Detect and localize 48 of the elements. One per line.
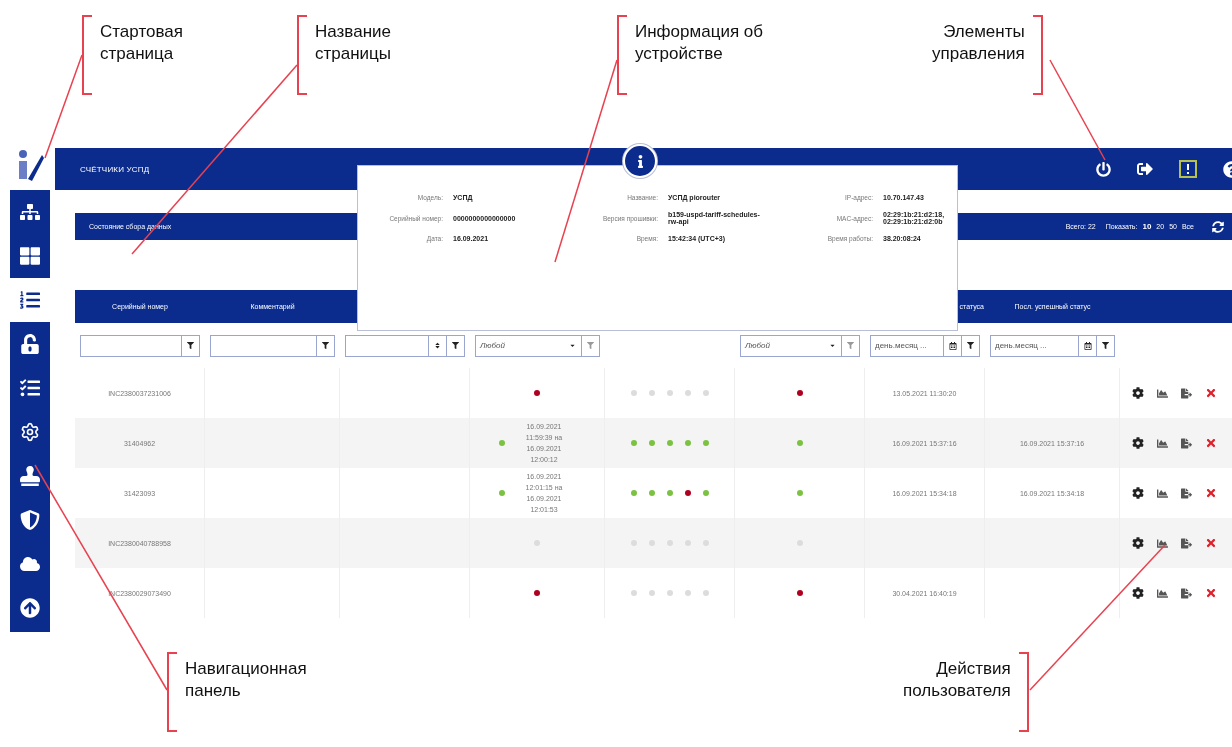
export-button[interactable] bbox=[1181, 387, 1192, 399]
callout-label: Информация об устройстве bbox=[635, 21, 763, 65]
callout-label: Навигационная панель bbox=[185, 658, 307, 702]
filter-field[interactable] bbox=[80, 334, 200, 357]
close-button[interactable] bbox=[1205, 387, 1217, 399]
list-icon bbox=[20, 290, 40, 310]
cloud-icon bbox=[20, 554, 40, 574]
settings-button[interactable] bbox=[1132, 587, 1144, 599]
date-filter-field[interactable]: день.месяц ... bbox=[990, 334, 1115, 357]
unlock-icon bbox=[20, 334, 40, 354]
arrow-up-icon bbox=[20, 598, 40, 618]
settings-button[interactable] bbox=[1132, 487, 1144, 499]
power-button[interactable] bbox=[1096, 161, 1111, 177]
sitemap-icon bbox=[20, 202, 40, 222]
export-button[interactable] bbox=[1181, 537, 1192, 549]
checklist-icon bbox=[20, 378, 40, 398]
settings-button[interactable] bbox=[1132, 387, 1144, 399]
refresh-button[interactable] bbox=[1212, 220, 1224, 233]
chart-button[interactable] bbox=[1157, 537, 1168, 549]
logout-button[interactable] bbox=[1137, 161, 1153, 177]
filter-field[interactable] bbox=[210, 334, 335, 357]
chart-button[interactable] bbox=[1157, 387, 1168, 399]
close-button[interactable] bbox=[1205, 587, 1217, 599]
export-button[interactable] bbox=[1181, 487, 1192, 499]
close-button[interactable] bbox=[1205, 537, 1217, 549]
alert-button[interactable] bbox=[1179, 160, 1197, 178]
page-title: СЧЁТЧИКИ УСПД bbox=[80, 164, 151, 174]
exclamation-icon bbox=[1186, 164, 1190, 174]
grid-icon bbox=[20, 246, 40, 266]
settings-button[interactable] bbox=[1132, 437, 1144, 449]
chart-button[interactable] bbox=[1157, 587, 1168, 599]
settings-icon bbox=[20, 422, 40, 442]
callout-label: Название страницы bbox=[315, 21, 392, 65]
export-button[interactable] bbox=[1181, 437, 1192, 449]
page-size-link[interactable]: 10 bbox=[1142, 222, 1152, 231]
number-filter-field[interactable] bbox=[345, 334, 465, 357]
callout-label: Стартовая страница bbox=[100, 21, 183, 65]
chart-button[interactable] bbox=[1157, 487, 1168, 499]
callout-label: Действия пользователя bbox=[903, 658, 1011, 702]
chart-button[interactable] bbox=[1157, 437, 1168, 449]
export-button[interactable] bbox=[1181, 587, 1192, 599]
shield-icon bbox=[20, 510, 40, 530]
date-filter-field[interactable]: день.месяц ... bbox=[870, 334, 980, 357]
close-button[interactable] bbox=[1205, 437, 1217, 449]
callout-label: Элементы управления bbox=[932, 21, 1025, 65]
settings-button[interactable] bbox=[1132, 537, 1144, 549]
close-button[interactable] bbox=[1205, 487, 1217, 499]
stamp-icon bbox=[20, 466, 40, 486]
